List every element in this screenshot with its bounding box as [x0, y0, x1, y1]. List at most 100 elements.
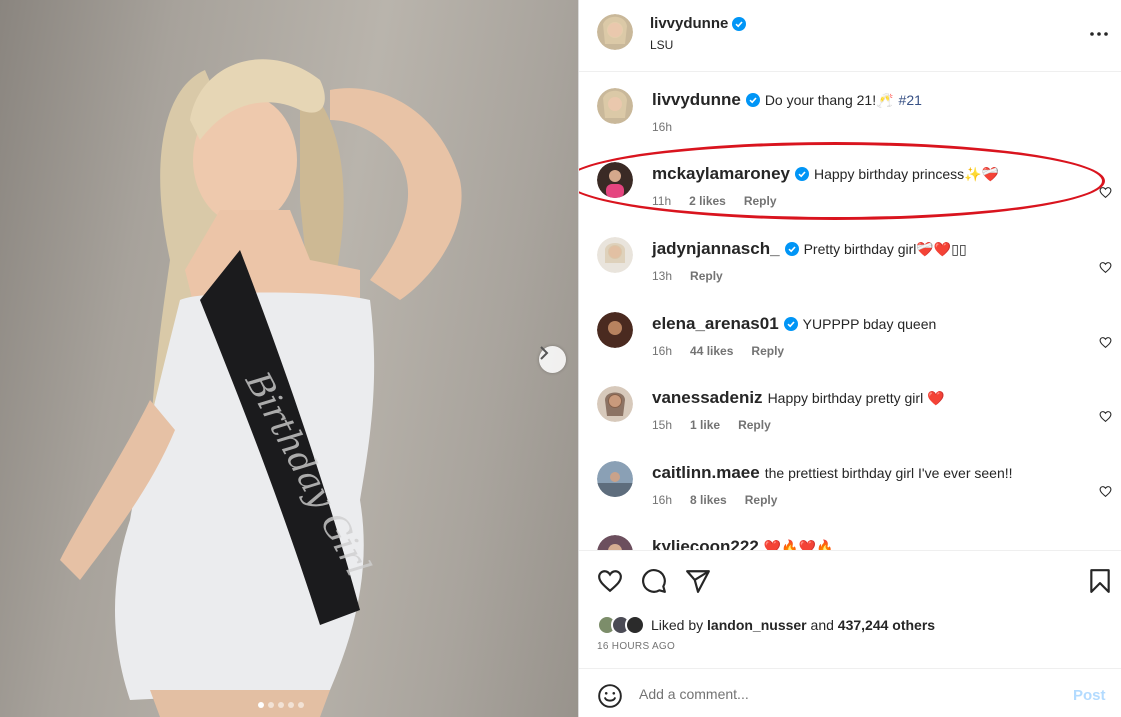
comment-time[interactable]: 11h: [652, 194, 671, 208]
liked-by-and: and: [810, 617, 834, 633]
post-actions: Liked by landon_nusser and 437,244 other…: [579, 550, 1121, 668]
comment-line: mckaylamaroney Happy birthday princess✨❤…: [652, 164, 999, 184]
comment-item: vanessadeniz Happy birthday pretty girl …: [579, 386, 1121, 460]
comment-username[interactable]: vanessadeniz: [652, 388, 763, 408]
comment-text: ❤️🔥❤️🔥: [763, 538, 834, 551]
verified-badge-icon: [794, 167, 809, 181]
post-timestamp[interactable]: 16 HOURS AGO: [597, 641, 675, 652]
liked-by-row: Liked by landon_nusser and 437,244 other…: [597, 614, 935, 636]
post-photo[interactable]: Birthday Girl: [0, 0, 578, 717]
commenter-avatar[interactable]: [597, 237, 633, 273]
verified-badge-icon: [783, 317, 798, 331]
commenter-avatar[interactable]: [597, 162, 633, 198]
comment-likes[interactable]: 2 likes: [689, 194, 726, 208]
post-location[interactable]: LSU: [650, 38, 673, 52]
comment-text: the prettiest birthday girl I've ever se…: [764, 465, 1013, 481]
reply-button[interactable]: Reply: [744, 194, 777, 208]
share-icon[interactable]: [685, 568, 711, 594]
emoji-icon[interactable]: [597, 683, 623, 709]
comment-heart-icon[interactable]: [1099, 485, 1112, 498]
comment-line: jadynjannasch_ Pretty birthday girl❤️‍🩹❤…: [652, 239, 967, 259]
comment-item: jadynjannasch_ Pretty birthday girl❤️‍🩹❤…: [579, 237, 1121, 311]
likes-count[interactable]: 437,244 others: [838, 617, 935, 633]
hashtag-link[interactable]: #21: [899, 92, 922, 108]
caption-item: livvydunne Do your thang 21!🥂 #21 16h: [579, 88, 1121, 162]
comment-text: Happy birthday princess✨❤️‍🩹: [813, 165, 1000, 182]
comment-heart-icon[interactable]: [1099, 336, 1112, 349]
comment-text: Happy birthday pretty girl ❤️: [767, 389, 945, 406]
comment-text: Pretty birthday girl❤️‍🩹❤️▯▯: [803, 240, 967, 257]
comment-time[interactable]: 15h: [652, 418, 672, 432]
verified-badge-icon: [784, 242, 799, 256]
comment-icon[interactable]: [641, 568, 667, 594]
comment-line: kyliecoon222 ❤️🔥❤️🔥: [652, 537, 834, 550]
caption-meta: 16h: [652, 120, 672, 134]
liked-by-user[interactable]: landon_nusser: [707, 617, 807, 633]
reply-button[interactable]: Reply: [690, 269, 723, 283]
commenter-avatar[interactable]: [597, 312, 633, 348]
caption-username[interactable]: livvydunne: [652, 90, 741, 110]
commenter-avatar[interactable]: [597, 535, 633, 550]
comment-time[interactable]: 16h: [652, 493, 672, 507]
carousel-dot: [288, 702, 294, 708]
carousel-indicator: [258, 702, 304, 708]
more-options-icon[interactable]: [1089, 24, 1109, 44]
heart-icon[interactable]: [597, 568, 623, 594]
comment-line: elena_arenas01 YUPPPP bday queen: [652, 314, 936, 334]
comment-time[interactable]: 13h: [652, 269, 672, 283]
comment-meta: 16h 44 likes Reply: [652, 344, 784, 358]
comment-username[interactable]: mckaylamaroney: [652, 164, 790, 184]
comment-heart-icon[interactable]: [1099, 186, 1112, 199]
author-username-text[interactable]: livvydunne: [650, 15, 728, 32]
liked-by-text: Liked by landon_nusser and 437,244 other…: [651, 617, 935, 633]
verified-badge-icon: [745, 93, 760, 107]
comment-line: caitlinn.maee the prettiest birthday gir…: [652, 463, 1013, 483]
post-comment-button[interactable]: Post: [1073, 687, 1106, 704]
post-header: livvydunne LSU: [579, 0, 1121, 72]
comment-likes[interactable]: 1 like: [690, 418, 720, 432]
comment-meta: 16h 8 likes Reply: [652, 493, 777, 507]
verified-badge-icon: [732, 16, 747, 31]
carousel-dot: [268, 702, 274, 708]
caption-text: Do your thang 21!🥂: [764, 91, 894, 108]
comment-time[interactable]: 16h: [652, 344, 672, 358]
carousel-dot: [298, 702, 304, 708]
commenter-avatar[interactable]: [597, 386, 633, 422]
carousel-dot: [258, 702, 264, 708]
post-image: Birthday Girl: [60, 59, 462, 717]
comment-meta: 13h Reply: [652, 269, 723, 283]
caption-time[interactable]: 16h: [652, 120, 672, 134]
chevron-right-icon: [540, 346, 549, 360]
comment-username[interactable]: elena_arenas01: [652, 314, 779, 334]
author-avatar[interactable]: [597, 88, 633, 124]
comment-username[interactable]: jadynjannasch_: [652, 239, 780, 259]
comment-item: elena_arenas01 YUPPPP bday queen 16h 44 …: [579, 312, 1121, 386]
comment-heart-icon[interactable]: [1099, 261, 1112, 274]
comment-likes[interactable]: 8 likes: [690, 493, 727, 507]
comment-username[interactable]: kyliecoon222: [652, 537, 759, 550]
carousel-dot: [278, 702, 284, 708]
comments-list[interactable]: livvydunne Do your thang 21!🥂 #21 16h mc…: [579, 72, 1121, 550]
liker-avatar[interactable]: [625, 615, 645, 635]
comment-likes[interactable]: 44 likes: [690, 344, 733, 358]
author-username[interactable]: livvydunne: [650, 15, 747, 32]
author-avatar[interactable]: [597, 14, 633, 50]
commenter-avatar[interactable]: [597, 461, 633, 497]
next-slide-button[interactable]: [539, 346, 566, 373]
comment-line: vanessadeniz Happy birthday pretty girl …: [652, 388, 945, 408]
comment-input[interactable]: [639, 681, 1059, 707]
comment-item: mckaylamaroney Happy birthday princess✨❤…: [579, 162, 1121, 236]
reply-button[interactable]: Reply: [738, 418, 771, 432]
reply-button[interactable]: Reply: [751, 344, 784, 358]
comment-heart-icon[interactable]: [1099, 410, 1112, 423]
add-comment-bar: Post: [579, 668, 1121, 717]
comment-item: caitlinn.maee the prettiest birthday gir…: [579, 461, 1121, 535]
caption-line: livvydunne Do your thang 21!🥂 #21: [652, 90, 922, 110]
bookmark-icon[interactable]: [1087, 568, 1113, 594]
comment-meta: 11h 2 likes Reply: [652, 194, 777, 208]
comment-meta: 15h 1 like Reply: [652, 418, 771, 432]
reply-button[interactable]: Reply: [745, 493, 778, 507]
comment-text: YUPPPP bday queen: [802, 316, 937, 332]
liked-by-prefix: Liked by: [651, 617, 704, 633]
comment-username[interactable]: caitlinn.maee: [652, 463, 760, 483]
